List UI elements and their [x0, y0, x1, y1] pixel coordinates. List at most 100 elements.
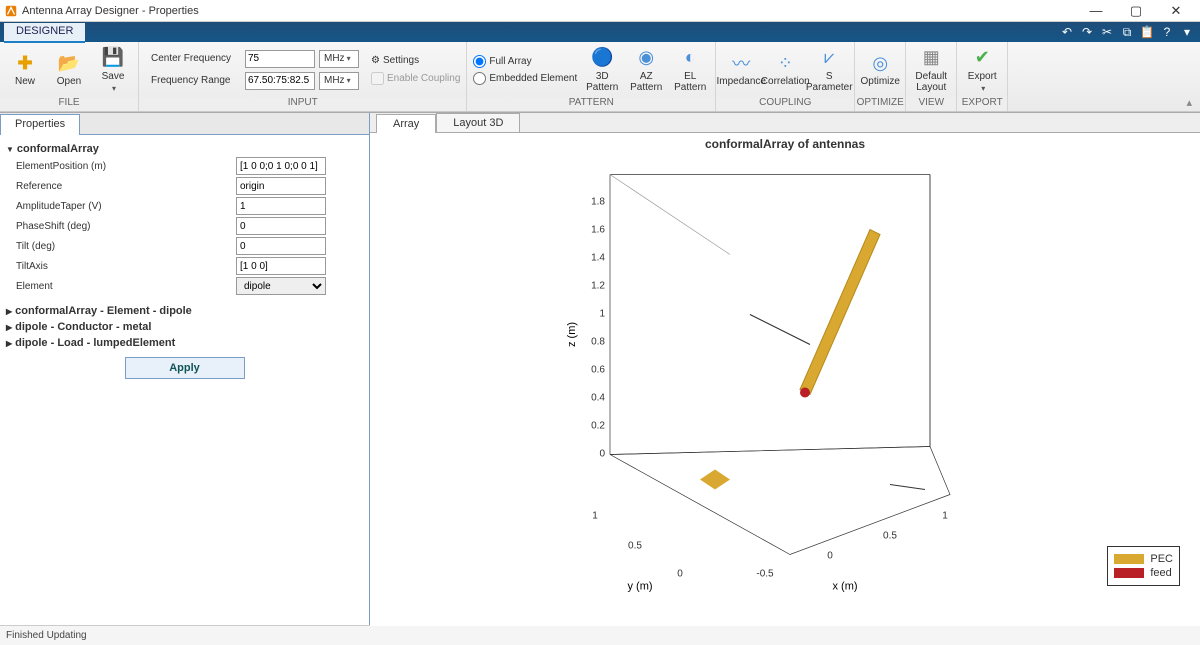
copy-icon[interactable]: ⧉	[1120, 25, 1134, 39]
paste-icon[interactable]: 📋	[1140, 25, 1154, 39]
svg-text:1.2: 1.2	[591, 281, 605, 292]
wave-icon: 〰	[730, 52, 752, 74]
tilt-axis-input[interactable]	[236, 257, 326, 275]
new-button[interactable]: ✚ New	[6, 52, 44, 87]
prop-label: ElementPosition (m)	[16, 161, 236, 172]
scatter-icon: ⁘	[774, 52, 796, 74]
save-button[interactable]: 💾 Save	[94, 47, 132, 93]
plot-3d: 0 0.2 0.4 0.6 0.8 1 1.2 1.4 1.6 1.8 0 0.…	[370, 133, 1200, 626]
section-load-lumped[interactable]: dipole - Load - lumpedElement	[6, 337, 363, 349]
app-icon	[4, 4, 18, 18]
svg-text:x (m): x (m)	[832, 581, 857, 593]
default-layout-button[interactable]: ▦ Default Layout	[912, 47, 950, 93]
sphere-icon: 🔵	[591, 47, 613, 69]
reference-input[interactable]	[236, 177, 326, 195]
3d-pattern-button[interactable]: 🔵 3D Pattern	[583, 47, 621, 93]
window-titlebar: Antenna Array Designer - Properties — ▢ …	[0, 0, 1200, 22]
expand-icon[interactable]: ▾	[1180, 25, 1194, 39]
az-pattern-button[interactable]: ◉ AZ Pattern	[627, 47, 665, 93]
ribbon-group-label: FILE	[0, 97, 138, 111]
ribbon-group-file: ✚ New 📂 Open 💾 Save FILE	[0, 42, 139, 111]
ribbon-group-view: ▦ Default Layout VIEW	[906, 42, 957, 111]
freq-range-unit[interactable]: MHz	[319, 72, 359, 90]
plot-3d-area[interactable]: conformalArray of antennas	[370, 133, 1200, 626]
export-button[interactable]: ✔ Export	[963, 47, 1001, 93]
ribbon-tab-designer[interactable]: DESIGNER	[4, 23, 85, 43]
amplitude-taper-input[interactable]	[236, 197, 326, 215]
visualization-panel: Array Layout 3D conformalArray of antenn…	[370, 113, 1200, 625]
apply-button[interactable]: Apply	[125, 357, 245, 379]
ribbon-toolbar: ✚ New 📂 Open 💾 Save FILE Center Frequenc…	[0, 42, 1200, 112]
svg-text:1.4: 1.4	[591, 253, 605, 264]
svg-text:0.4: 0.4	[591, 393, 605, 404]
section-conformalarray[interactable]: conformalArray	[6, 143, 363, 155]
tab-array[interactable]: Array	[376, 114, 436, 133]
maximize-button[interactable]: ▢	[1116, 1, 1156, 21]
correlation-button[interactable]: ⁘ Correlation	[766, 52, 804, 87]
freq-range-label: Frequency Range	[151, 75, 241, 86]
ribbon-group-optimize: ◎ Optimize OPTIMIZE	[855, 42, 906, 111]
element-select[interactable]: dipole	[236, 277, 326, 295]
section-element-dipole[interactable]: conformalArray - Element - dipole	[6, 305, 363, 317]
full-array-radio[interactable]: Full Array	[473, 55, 577, 68]
svg-text:0: 0	[677, 569, 683, 580]
ribbon-group-label: VIEW	[906, 97, 956, 111]
open-button[interactable]: 📂 Open	[50, 52, 88, 87]
close-button[interactable]: ✕	[1156, 1, 1196, 21]
layout-icon: ▦	[920, 47, 942, 69]
s-parameter-button[interactable]: ⩗ S Parameter	[810, 47, 848, 93]
ribbon-group-pattern: Full Array Embedded Element 🔵 3D Pattern…	[467, 42, 716, 111]
svg-text:y (m): y (m)	[627, 581, 652, 593]
ribbon-group-label: INPUT	[139, 97, 466, 111]
status-bar: Finished Updating	[0, 625, 1200, 645]
impedance-button[interactable]: 〰 Impedance	[722, 52, 760, 87]
ribbon-group-label: EXPORT	[957, 97, 1007, 111]
properties-panel: Properties conformalArray ElementPositio…	[0, 113, 370, 625]
phase-shift-input[interactable]	[236, 217, 326, 235]
element-position-input[interactable]	[236, 157, 326, 175]
plot-legend: PEC feed	[1107, 546, 1180, 586]
settings-button[interactable]: ⚙ Settings	[371, 55, 460, 66]
azimuth-icon: ◉	[635, 47, 657, 69]
center-freq-unit[interactable]: MHz	[319, 50, 359, 68]
tilt-input[interactable]	[236, 237, 326, 255]
svg-text:-0.5: -0.5	[756, 569, 774, 580]
redo-icon[interactable]: ↷	[1080, 25, 1094, 39]
svg-text:1.8: 1.8	[591, 197, 605, 208]
section-conductor-metal[interactable]: dipole - Conductor - metal	[6, 321, 363, 333]
tab-properties[interactable]: Properties	[0, 114, 80, 135]
help-icon[interactable]: ?	[1160, 25, 1174, 39]
enable-coupling-checkbox[interactable]: Enable Coupling	[371, 72, 460, 85]
el-pattern-button[interactable]: ◐ EL Pattern	[671, 47, 709, 93]
ribbon-collapse-icon[interactable]: ▴	[1186, 96, 1192, 109]
elevation-icon: ◐	[679, 47, 701, 69]
prop-label: Tilt (deg)	[16, 241, 236, 252]
center-freq-input[interactable]	[245, 50, 315, 68]
plus-icon: ✚	[14, 52, 36, 74]
tab-layout3d[interactable]: Layout 3D	[436, 113, 520, 132]
folder-open-icon: 📂	[58, 52, 80, 74]
save-icon: 💾	[102, 47, 124, 69]
svg-text:0: 0	[599, 449, 605, 460]
prop-label: TiltAxis	[16, 261, 236, 272]
undo-icon[interactable]: ↶	[1060, 25, 1074, 39]
minimize-button[interactable]: —	[1076, 1, 1116, 21]
svg-text:0.5: 0.5	[883, 531, 897, 542]
freq-range-input[interactable]	[245, 72, 315, 90]
ribbon-group-label: COUPLING	[716, 97, 854, 111]
svg-text:0.8: 0.8	[591, 337, 605, 348]
target-icon: ◎	[869, 52, 891, 74]
status-text: Finished Updating	[6, 630, 87, 641]
check-icon: ✔	[971, 47, 993, 69]
center-freq-label: Center Frequency	[151, 53, 241, 64]
ribbon-group-label: OPTIMIZE	[855, 97, 905, 111]
svg-text:1: 1	[942, 511, 948, 522]
cut-icon[interactable]: ✂	[1100, 25, 1114, 39]
svg-text:1: 1	[599, 309, 605, 320]
embedded-element-radio[interactable]: Embedded Element	[473, 72, 577, 85]
svg-text:0.2: 0.2	[591, 421, 605, 432]
optimize-button[interactable]: ◎ Optimize	[861, 52, 899, 87]
dip-icon: ⩗	[818, 47, 840, 69]
svg-text:1: 1	[592, 511, 598, 522]
prop-label: PhaseShift (deg)	[16, 221, 236, 232]
